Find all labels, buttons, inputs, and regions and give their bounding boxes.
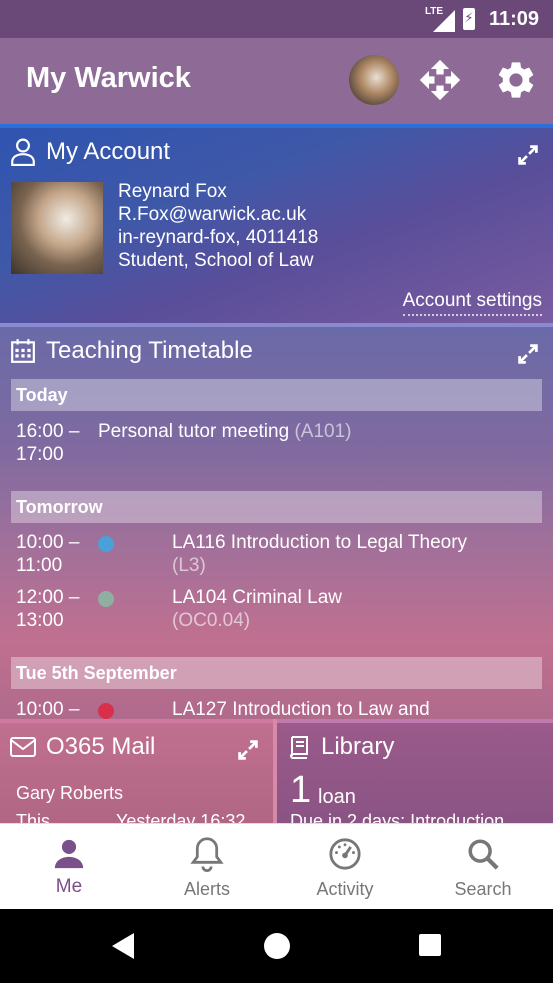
profile-photo	[11, 182, 103, 274]
event-name: Personal tutor meeting	[98, 421, 290, 442]
account-tile-header: My Account	[10, 138, 170, 166]
library-tile[interactable]: Library 1 loan Due in 2 days: Introducti…	[277, 719, 553, 823]
book-icon	[290, 736, 308, 759]
user-email: R.Fox@warwick.ac.uk	[118, 204, 307, 225]
user-avatar[interactable]	[349, 55, 399, 105]
timetable-tile-title: Teaching Timetable	[46, 337, 253, 364]
nav-alerts-label: Alerts	[183, 879, 230, 899]
event-name: LA127 Introduction to Law and	[172, 699, 430, 719]
battery-charging-icon	[462, 8, 475, 30]
bottom-navigation: Me Alerts Activity Search	[0, 823, 553, 910]
event-room: (L3)	[172, 555, 206, 576]
nav-me-label: Me	[55, 876, 83, 897]
signal-icon: LTE	[425, 6, 455, 32]
timetable-tile-header: Teaching Timetable	[10, 337, 253, 365]
expand-icon[interactable]	[515, 341, 541, 367]
gauge-icon	[329, 838, 361, 870]
library-tile-header: Library	[287, 733, 394, 761]
mail-preview: This	[16, 811, 51, 823]
user-role: Student, School of Law	[118, 250, 314, 271]
library-tile-title: Library	[321, 733, 395, 760]
mail-sender: Gary Roberts	[16, 783, 124, 803]
account-tile[interactable]: My Account Reynard Fox R.Fox@warwick.ac.…	[0, 124, 553, 323]
system-navigation-bar	[0, 909, 553, 983]
user-id: in-reynard-fox, 4011418	[118, 227, 319, 248]
app-bar: My Warwick	[0, 38, 553, 124]
mail-tile-title: O365 Mail	[46, 733, 156, 760]
day-header: Today	[11, 379, 542, 411]
calendar-icon	[11, 339, 35, 363]
loan-count-label: loan	[318, 786, 356, 808]
status-bar: LTE 11:09	[0, 0, 553, 38]
timetable-tile[interactable]: Teaching Timetable Today 16:00 –17:00 Pe…	[0, 323, 553, 719]
nav-me[interactable]: Me	[0, 824, 138, 910]
event-name: LA104 Criminal Law	[172, 587, 343, 608]
person-icon	[54, 839, 84, 869]
module-color-dot	[98, 591, 114, 607]
app-title: My Warwick	[26, 62, 191, 94]
loan-count: 1	[290, 769, 312, 811]
account-tile-title: My Account	[46, 138, 171, 165]
nav-search[interactable]: Search	[414, 824, 552, 910]
settings-gear-icon[interactable]	[494, 58, 538, 102]
event-name: LA116 Introduction to Legal Theory	[172, 532, 468, 553]
user-icon	[11, 138, 35, 166]
clock: 11:09	[488, 7, 539, 30]
expand-icon[interactable]	[515, 142, 541, 168]
home-icon[interactable]	[264, 933, 290, 959]
nav-alerts[interactable]: Alerts	[138, 824, 276, 910]
profile-details: Reynard Fox R.Fox@warwick.ac.uk in-reyna…	[118, 180, 318, 272]
expand-icon[interactable]	[235, 737, 261, 763]
bell-icon	[190, 837, 224, 872]
mail-tile[interactable]: O365 Mail Gary Roberts This Yesterday 16…	[0, 719, 273, 823]
day-header: Tue 5th September	[11, 657, 542, 689]
user-name: Reynard Fox	[118, 181, 227, 202]
search-icon	[468, 839, 499, 870]
envelope-icon	[10, 737, 36, 757]
module-color-dot	[98, 703, 114, 719]
mail-tile-header: O365 Mail	[10, 733, 155, 761]
back-icon[interactable]	[112, 933, 134, 959]
event-room: (A101)	[294, 421, 352, 442]
nav-activity[interactable]: Activity	[276, 824, 414, 910]
move-tiles-icon[interactable]	[418, 58, 462, 102]
mail-time: Yesterday 16:32	[116, 811, 246, 823]
recents-icon[interactable]	[419, 934, 441, 956]
day-header: Tomorrow	[11, 491, 542, 523]
event-room: (OC0.04)	[172, 610, 251, 631]
account-settings-link[interactable]: Account settings	[402, 290, 542, 316]
nav-activity-label: Activity	[316, 879, 374, 899]
module-color-dot	[98, 536, 114, 552]
nav-search-label: Search	[454, 879, 512, 899]
loan-due-detail: Due in 2 days: Introduction	[290, 811, 505, 823]
